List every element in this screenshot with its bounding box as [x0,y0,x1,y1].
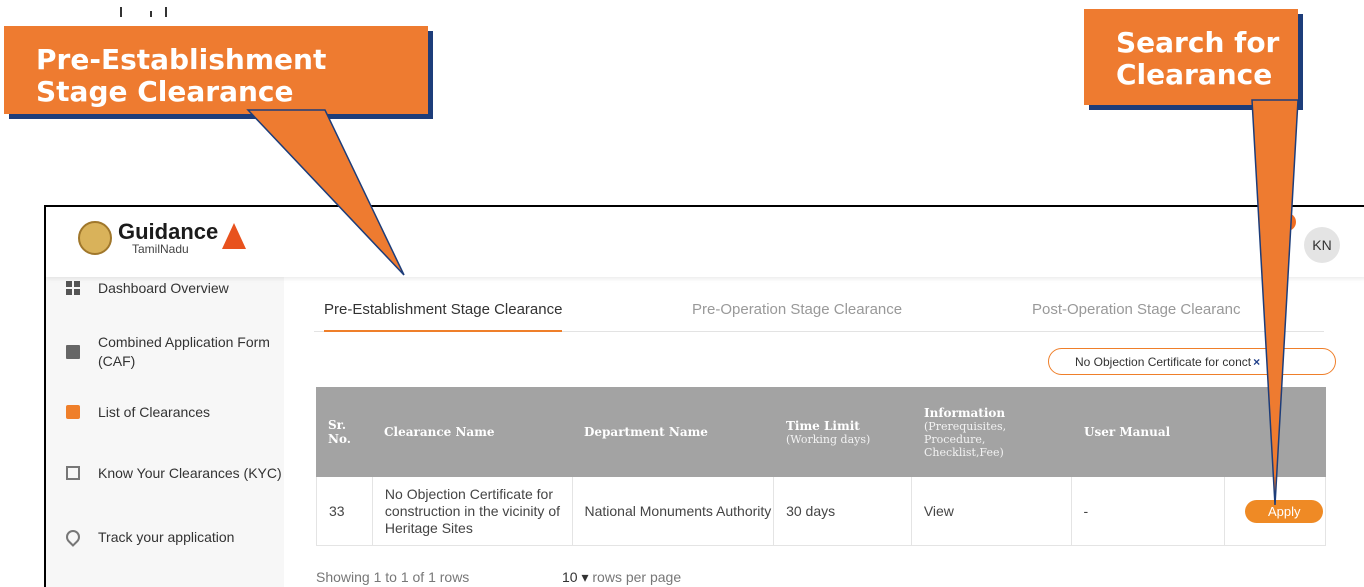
tab-post-operation[interactable]: Post-Operation Stage Clearanc [1032,297,1240,330]
tab-pre-establishment[interactable]: Pre-Establishment Stage Clearance [324,297,563,332]
cell-information-view-link[interactable]: View [912,477,1072,545]
avatar[interactable]: KN [1304,227,1340,263]
apply-button[interactable]: Apply [1245,499,1324,523]
sidebar: Dashboard Overview Combined Application … [46,277,284,587]
list-icon [66,405,80,419]
guidance-logo[interactable]: Guidance TamilNadu [78,219,247,256]
col-sr-no: Sr. No. [328,418,351,446]
col-clearance-name: Clearance Name [384,425,495,439]
col-information-sub: (Prerequisites, Procedure, Checklist,Fee… [924,419,1007,459]
cell-time-limit: 30 days [774,477,912,545]
book-icon [66,466,80,480]
sidebar-item-label: Track your application [98,529,235,545]
notification-badge[interactable] [1278,213,1296,231]
cell-sr-no: 33 [317,477,373,545]
col-user-manual: User Manual [1084,425,1171,439]
col-time-limit: Time Limit [786,418,860,433]
sidebar-item-dashboard[interactable]: Dashboard Overview [46,279,284,298]
sidebar-item-label: Dashboard Overview [98,280,229,296]
sidebar-item-label: List of Clearances [98,404,211,420]
sidebar-item-label: Know Your Clearances (KYC) [98,465,282,481]
logo-title: Guidance [118,219,219,244]
rows-per-page[interactable]: 10 ▾ rows per page [562,569,681,586]
dropdown-caret-icon: ▾ [581,569,589,585]
col-information: Information [924,405,1006,420]
col-time-limit-sub: (Working days) [786,432,871,446]
sidebar-item-label: Combined Application Form (CAF) [98,334,270,369]
clearance-stage-tabs: Pre-Establishment Stage Clearance Pre-Op… [314,297,1324,332]
tab-pre-operation[interactable]: Pre-Operation Stage Clearance [692,297,902,330]
col-department-name: Department Name [584,425,708,439]
cell-user-manual: - [1072,477,1226,545]
top-bar: Guidance TamilNadu KN [46,207,1364,277]
flame-icon [222,223,247,249]
table-row: 33 No Objection Certificate for construc… [316,477,1326,546]
sidebar-item-list-of-clearances[interactable]: List of Clearances [46,403,284,422]
app-screenshot: Guidance TamilNadu KN Dashboard Overview… [44,205,1364,587]
document-icon [66,345,80,359]
sidebar-item-caf[interactable]: Combined Application Form (CAF) [46,333,284,371]
clear-search-icon[interactable]: × [1253,355,1260,369]
callout-search-clearance: Search for Clearance [1084,9,1298,105]
dashboard-icon [66,281,80,295]
logo-subtitle: TamilNadu [132,242,189,256]
cell-clearance-name: No Objection Certificate for constructio… [373,477,573,545]
faint-background-marks [120,7,167,17]
sidebar-item-kyc[interactable]: Know Your Clearances (KYC) [46,464,284,483]
location-pin-icon [63,527,83,547]
sidebar-item-track-application[interactable]: Track your application [46,527,284,547]
clearance-search-input[interactable]: No Objection Certificate for conct × [1048,348,1336,375]
cell-department-name: National Monuments Authority [573,477,775,545]
pagination-summary: Showing 1 to 1 of 1 rows [316,569,470,585]
callout-pre-establishment: Pre-Establishment Stage Clearance [4,26,428,114]
clearance-table: Sr. No. Clearance Name Department Name T… [316,387,1326,546]
emblem-icon [78,221,112,255]
table-header: Sr. No. Clearance Name Department Name T… [316,387,1326,477]
